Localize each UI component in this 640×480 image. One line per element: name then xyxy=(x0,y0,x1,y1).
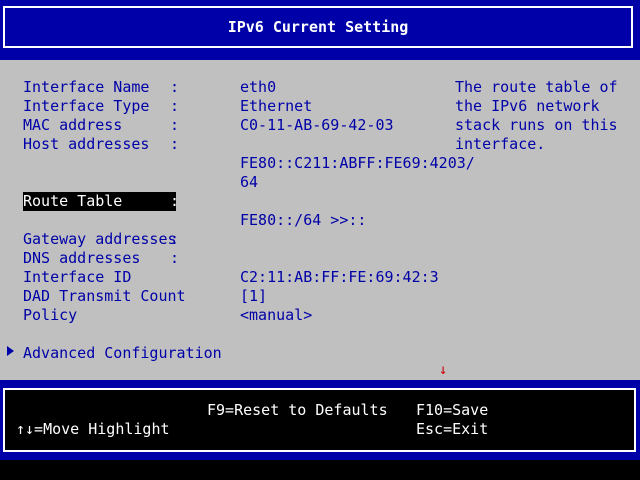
dns-addresses-label: DNS addresses xyxy=(23,249,141,267)
triangle-right-icon xyxy=(7,346,14,356)
host-addresses-label: Host addresses xyxy=(23,135,150,153)
bottom-strip xyxy=(0,460,640,480)
policy-label: Policy xyxy=(23,306,78,324)
gateway-addresses-label: Gateway addresses xyxy=(23,230,177,248)
reset-defaults-hint: F9=Reset to Defaults xyxy=(207,401,388,419)
advanced-configuration-link[interactable]: Advanced Configuration xyxy=(23,344,222,362)
interface-name-value: eth0 xyxy=(240,78,277,96)
interface-type-value: Ethernet xyxy=(240,97,313,115)
page-title: IPv6 Current Setting xyxy=(3,6,633,48)
interface-name-label: Interface Name xyxy=(23,78,150,96)
colon: : xyxy=(170,135,180,153)
dad-transmit-count-value[interactable]: [1] xyxy=(240,287,267,305)
colon: : xyxy=(170,116,180,134)
move-highlight-hint: ↑↓=Move Highlight xyxy=(16,420,170,438)
colon: : xyxy=(170,192,180,210)
save-hint: F10=Save xyxy=(416,401,489,419)
help-text: The route table of the IPv6 network stac… xyxy=(455,78,618,153)
interface-type-label: Interface Type xyxy=(23,97,150,115)
interface-id-label: Interface ID xyxy=(23,268,132,286)
exit-hint: Esc=Exit xyxy=(416,420,489,438)
footer-bar: F9=Reset to Defaults F10=Save ↑↓=Move Hi… xyxy=(0,380,640,480)
interface-id-value: C2:11:AB:FF:FE:69:42:3 xyxy=(240,268,439,286)
colon: : xyxy=(170,230,180,248)
colon: : xyxy=(170,249,180,267)
mac-address-value: C0-11-AB-69-42-03 xyxy=(240,116,394,134)
route-table-label: Route Table xyxy=(23,192,123,210)
dad-transmit-count-label: DAD Transmit Count xyxy=(23,287,186,305)
colon: : xyxy=(170,97,180,115)
route-table-item[interactable]: Route Table : xyxy=(23,192,180,211)
policy-value[interactable]: <manual> xyxy=(240,306,312,324)
host-address-value-line2: 64 xyxy=(240,173,259,191)
settings-panel: Interface Name : eth0 Interface Type : E… xyxy=(0,60,640,380)
key-help-box: F9=Reset to Defaults F10=Save ↑↓=Move Hi… xyxy=(3,388,636,452)
route-table-value: FE80::/64 >>:: xyxy=(240,211,367,229)
arrow-down-icon: ↓ xyxy=(439,362,448,378)
colon: : xyxy=(170,78,180,96)
mac-address-label: MAC address xyxy=(23,116,123,134)
header-bar: IPv6 Current Setting xyxy=(0,0,640,60)
host-address-value-line1: FE80::C211:ABFF:FE69:4203/ xyxy=(240,154,475,172)
